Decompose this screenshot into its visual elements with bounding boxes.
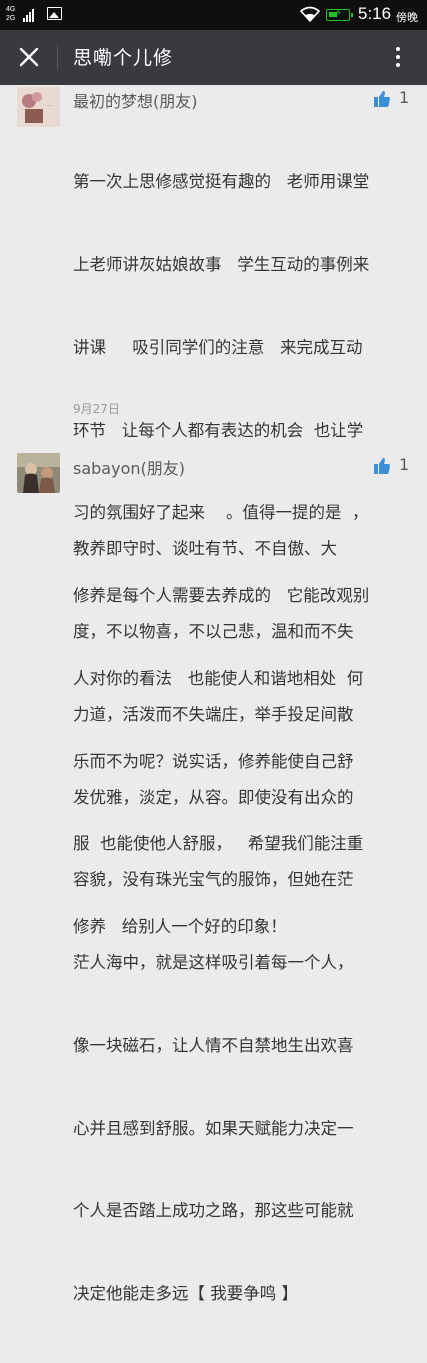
like-count: 1 — [399, 88, 410, 107]
thumbs-up-icon — [374, 458, 390, 474]
comment-line: 心并且感到舒服。如果天赋能力决定一 — [73, 1118, 354, 1138]
thumbs-up-icon — [374, 91, 390, 107]
status-period: 傍晚 — [396, 11, 418, 24]
status-bar: 4G 2G ⚡ 5:16 傍晚 — [0, 0, 427, 30]
network-type-top: 4G — [6, 6, 16, 13]
comment-item: sabayon(朋友) 1 教养即守时、谈吐有节、不自傲、大 度，不以物喜，不以… — [0, 450, 427, 1303]
title-divider — [57, 45, 58, 69]
gallery-icon — [47, 7, 62, 20]
comment-line: 教养即守时、谈吐有节、不自傲、大 — [73, 539, 337, 559]
comment-line: 力道，活泼而不失端庄，举手投足间散 — [73, 704, 354, 724]
comment-line: 像一块磁石，让人情不自禁地生出欢喜 — [73, 1035, 354, 1055]
comment-line: 发优雅，淡定，从容。即使没有出众的 — [73, 787, 354, 807]
wifi-icon — [300, 6, 320, 22]
like-count: 1 — [399, 455, 410, 474]
comment-line: 决定他能走多远【 我要争鸣 】 — [73, 1284, 298, 1304]
comment-line: 容貌，没有珠光宝气的服饰，但她在茫 — [73, 870, 354, 890]
comment-date: 9月27日 — [73, 402, 120, 416]
comment-line: 讲课 吸引同学们的注意 来完成互动 — [73, 337, 363, 357]
battery-icon: ⚡ — [326, 8, 353, 21]
status-time: 5:16 — [358, 4, 392, 23]
comment-line: 个人是否踏上成功之路，那这些可能就 — [73, 1201, 354, 1221]
comment-line: 上老师讲灰姑娘故事 学生互动的事例来 — [73, 254, 370, 274]
comment-author[interactable]: sabayon(朋友) — [73, 455, 185, 479]
svg-text:···: ··· — [47, 103, 52, 109]
more-options-icon[interactable] — [390, 43, 406, 71]
comment-line: 环节 让每个人都有表达的机会 也让学 — [73, 420, 364, 440]
comment-line: 茫人海中，就是这样吸引着每一个人， — [73, 953, 354, 973]
signal-icon: 4G 2G — [6, 5, 38, 25]
network-type-bottom: 2G — [6, 15, 16, 22]
avatar[interactable] — [17, 453, 60, 493]
avatar[interactable]: ··· — [17, 87, 60, 127]
page-title: 思嘞个儿修 — [73, 47, 174, 69]
comment-line: 度，不以物喜，不以己悲，温和而不失 — [73, 621, 354, 641]
title-bar: 思嘞个儿修 — [0, 30, 427, 85]
comment-item: ··· 最初的梦想(朋友) 1 第一次上思修感觉挺有趣的 老师用课堂 上老师讲灰… — [0, 85, 427, 936]
comment-text: 教养即守时、谈吐有节、不自傲、大 度，不以物喜，不以己悲，温和而不失 力道，活泼… — [73, 480, 413, 1363]
comment-line: 第一次上思修感觉挺有趣的 老师用课堂 — [73, 172, 370, 192]
close-icon[interactable] — [15, 43, 43, 71]
comment-author[interactable]: 最初的梦想(朋友) — [73, 88, 198, 112]
